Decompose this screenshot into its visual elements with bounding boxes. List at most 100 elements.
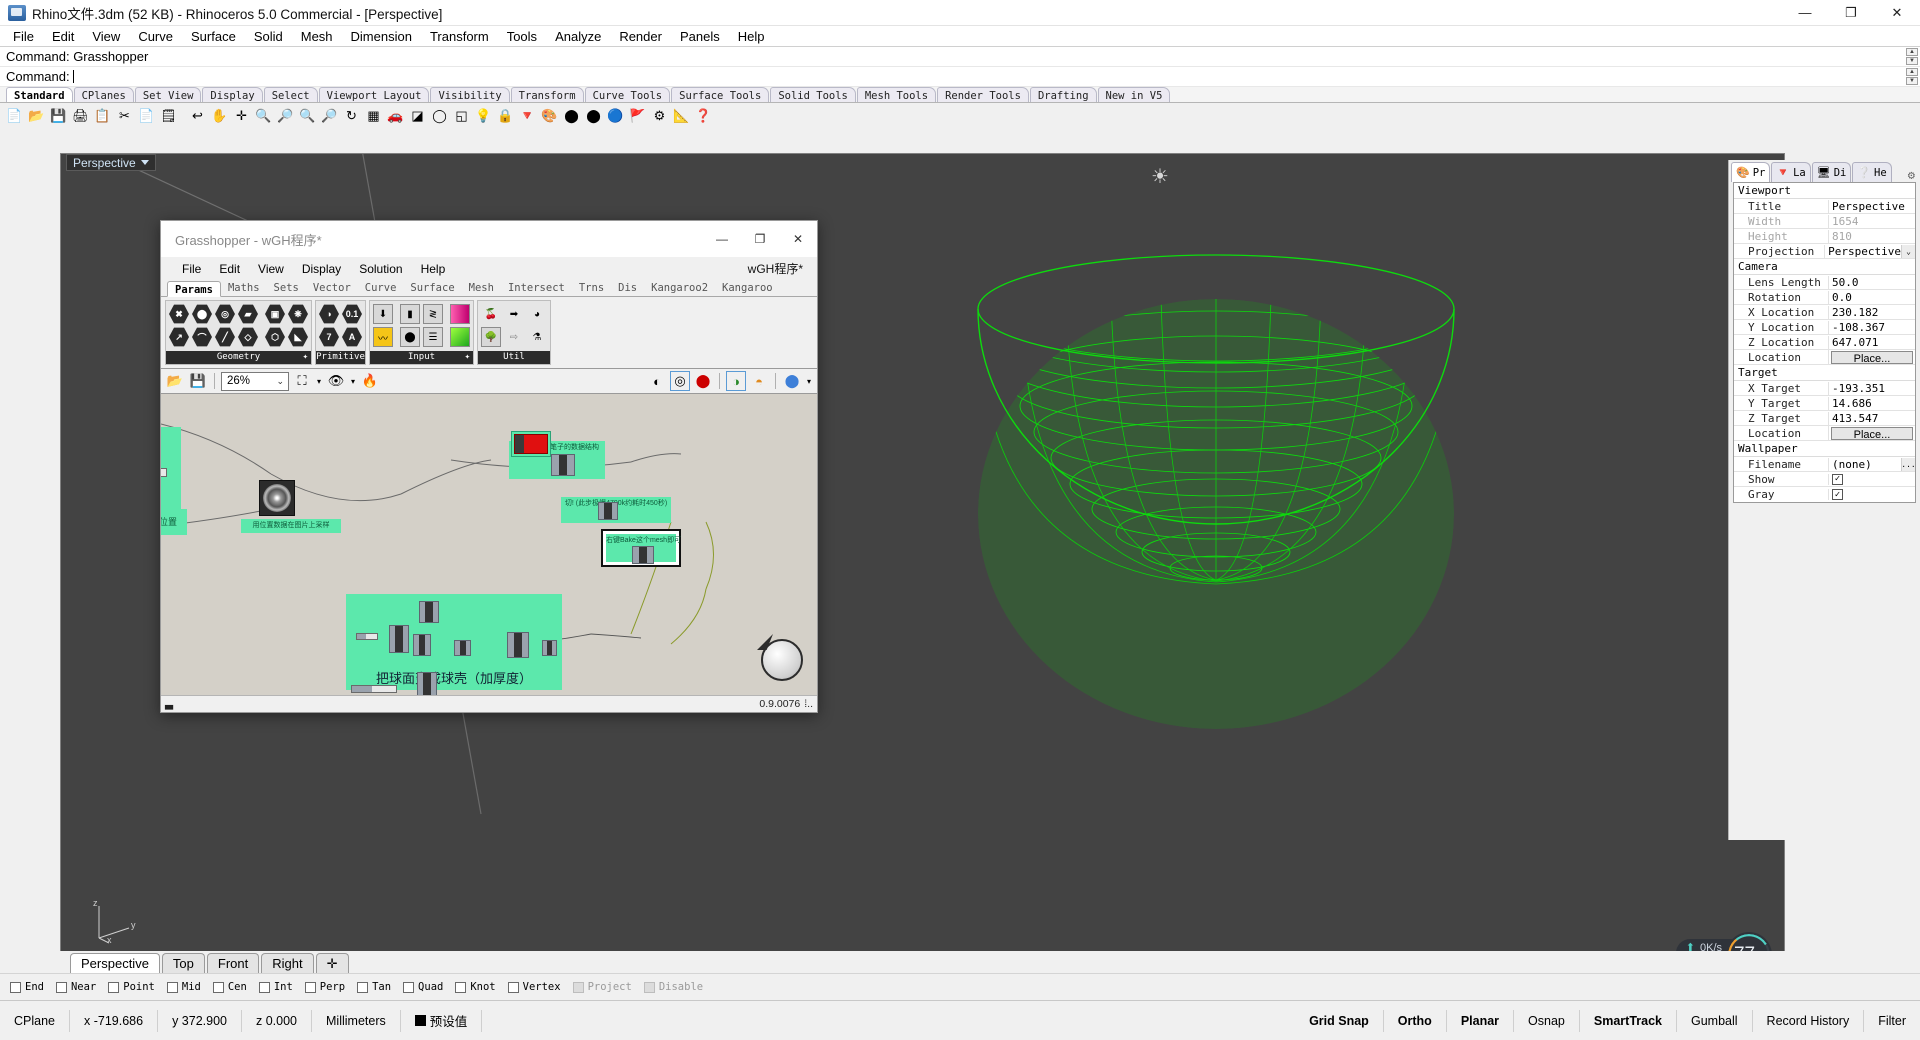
- menu-item-mesh[interactable]: Mesh: [292, 28, 342, 45]
- canvas-slider-left[interactable]: [161, 468, 167, 477]
- close-button[interactable]: ✕: [1874, 0, 1920, 26]
- property-value[interactable]: 647.071: [1828, 335, 1915, 349]
- status-toggle-gumball[interactable]: Gumball: [1677, 1009, 1753, 1032]
- canvas-node-shell-f[interactable]: [542, 640, 557, 656]
- colour-swatch-icon[interactable]: [450, 327, 470, 347]
- save-disk-icon[interactable]: 💾: [188, 371, 208, 391]
- canvas-node-disabled[interactable]: [511, 431, 551, 457]
- camera-place-button[interactable]: Place...: [1831, 350, 1913, 365]
- show-wallpaper-checkbox[interactable]: ✓: [1832, 473, 1843, 485]
- gh-menu-view[interactable]: View: [249, 260, 293, 278]
- osnap-perp-checkbox[interactable]: [304, 981, 316, 993]
- boolean-toggle-icon[interactable]: ▮: [400, 304, 420, 324]
- canvas-node-shell-e[interactable]: [507, 632, 529, 658]
- command-input-line[interactable]: Command: ▲ ▼: [0, 67, 1920, 87]
- gh-tab-surface[interactable]: Surface: [403, 280, 461, 296]
- cherry-picker-icon[interactable]: 🍒: [481, 304, 501, 324]
- osnap-perp[interactable]: Perp: [304, 981, 345, 993]
- status-units[interactable]: Millimeters: [312, 1009, 401, 1032]
- osnap-disable-checkbox[interactable]: [643, 981, 655, 993]
- gh-tab-trns[interactable]: Trns: [572, 280, 611, 296]
- osnap-tan[interactable]: Tan: [357, 981, 391, 993]
- browse-file-button[interactable]: ...: [1901, 457, 1916, 471]
- grasshopper-canvas[interactable]: 上的位置 用位置数据在图片上采样 清理切割用笔子的数据结构 切! (此步极慢47…: [161, 394, 817, 695]
- chevron-down-icon[interactable]: ⌄: [276, 376, 284, 387]
- menu-item-transform[interactable]: Transform: [421, 28, 498, 45]
- gradient-control-icon[interactable]: ≷: [423, 304, 443, 324]
- bake-flame-icon[interactable]: 🔥: [360, 371, 380, 391]
- draw-preview-icon[interactable]: ◑: [726, 371, 746, 391]
- gh-tab-kangaroo2[interactable]: Kangaroo2: [644, 280, 715, 296]
- param-plane-icon[interactable]: ◇: [238, 327, 258, 347]
- osnap-int-checkbox[interactable]: [258, 981, 270, 993]
- toolbar-tab-cplanes[interactable]: CPlanes: [73, 87, 134, 102]
- canvas-group-bake[interactable]: 右键Bake这个mesh即可: [606, 534, 681, 564]
- status-toggle-planar[interactable]: Planar: [1447, 1009, 1515, 1032]
- menu-item-solid[interactable]: Solid: [245, 28, 292, 45]
- toolbar-tab-render-tools[interactable]: Render Tools: [937, 87, 1029, 102]
- status-toggle-filter[interactable]: Filter: [1864, 1010, 1920, 1032]
- status-toggle-grid-snap[interactable]: Grid Snap: [1295, 1009, 1384, 1032]
- grasshopper-window[interactable]: Grasshopper - wGH程序* — ❐ ✕ File Edit Vie…: [160, 220, 818, 713]
- osnap-near-checkbox[interactable]: [55, 981, 67, 993]
- minimize-button[interactable]: —: [1782, 0, 1828, 26]
- param-curve-icon[interactable]: ⌒: [192, 327, 212, 347]
- data-forward-icon[interactable]: ➡: [504, 304, 524, 324]
- chevron-down-icon[interactable]: [140, 160, 149, 165]
- status-cplane[interactable]: CPlane: [0, 1009, 70, 1032]
- property-value[interactable]: Perspective: [1828, 199, 1915, 213]
- zoom-extents-icon[interactable]: ⛶: [292, 371, 312, 391]
- property-value[interactable]: -108.367: [1828, 320, 1915, 334]
- toolbar-tab-new-in-v5[interactable]: New in V5: [1097, 87, 1171, 102]
- property-value[interactable]: 0.0: [1828, 290, 1915, 304]
- profiler-dropdown-icon[interactable]: ▾: [805, 371, 813, 391]
- canvas-slider-shell-input[interactable]: [356, 633, 378, 640]
- toolbar-tab-curve-tools[interactable]: Curve Tools: [584, 87, 671, 102]
- param-text-icon[interactable]: A: [342, 327, 362, 347]
- eye-preview-icon[interactable]: 👁: [326, 371, 346, 391]
- canvas-node-shell-d[interactable]: [454, 640, 471, 656]
- gh-tab-kangaroo[interactable]: Kangaroo: [715, 280, 780, 296]
- property-row-show[interactable]: Show ✓: [1734, 472, 1915, 487]
- toolbar-tab-transform[interactable]: Transform: [510, 87, 584, 102]
- grasshopper-close-button[interactable]: ✕: [779, 221, 817, 257]
- property-row-x-target[interactable]: X Target -193.351: [1734, 381, 1915, 396]
- paste-icon[interactable]: 📄: [136, 106, 157, 126]
- osnap-cen[interactable]: Cen: [212, 981, 247, 993]
- target-place-button[interactable]: Place...: [1831, 426, 1913, 441]
- status-toggle-ortho[interactable]: Ortho: [1384, 1009, 1447, 1032]
- measure-icon[interactable]: 📐: [671, 106, 692, 126]
- gear-options-icon[interactable]: ⚙: [649, 106, 670, 126]
- toolbar-tab-solid-tools[interactable]: Solid Tools: [770, 87, 856, 102]
- save-file-icon[interactable]: 💾: [48, 106, 69, 126]
- property-row-lens-length[interactable]: Lens Length 50.0: [1734, 275, 1915, 290]
- property-row-z-target[interactable]: Z Target 413.547: [1734, 411, 1915, 426]
- param-brep-icon[interactable]: ⬡: [265, 327, 285, 347]
- toolbar-tab-mesh-tools[interactable]: Mesh Tools: [856, 87, 937, 102]
- param-vector-icon[interactable]: ↗: [169, 327, 189, 347]
- menu-item-edit[interactable]: Edit: [43, 28, 83, 45]
- shade-icon[interactable]: ◪: [407, 106, 428, 126]
- maximize-button[interactable]: ❐: [1828, 0, 1874, 26]
- property-value-wrap[interactable]: (none) ...: [1828, 457, 1916, 471]
- preview-dropdown-icon[interactable]: ▾: [349, 371, 357, 391]
- open-file-icon[interactable]: 📂: [26, 106, 47, 126]
- sketch-icon[interactable]: ◐: [647, 371, 667, 391]
- copy-icon[interactable]: 📋: [92, 106, 113, 126]
- canvas-group-bake-selected[interactable]: 右键Bake这个mesh即可: [601, 529, 681, 567]
- light-bulb-icon[interactable]: 💡: [473, 106, 494, 126]
- property-row-y-target[interactable]: Y Target 14.686: [1734, 396, 1915, 411]
- osnap-disable[interactable]: Disable: [643, 981, 703, 993]
- canvas-node-shell-g[interactable]: [417, 672, 437, 695]
- undo-icon[interactable]: ↩: [187, 106, 208, 126]
- gh-tab-maths[interactable]: Maths: [221, 280, 267, 296]
- number-slider-icon[interactable]: ⬇: [373, 304, 393, 324]
- preview-off-icon[interactable]: ⬤: [693, 371, 713, 391]
- flag-icon[interactable]: 🚩: [627, 106, 648, 126]
- toolbar-tab-setview[interactable]: Set View: [134, 87, 202, 102]
- value-list-icon[interactable]: ☰: [423, 327, 443, 347]
- input-expand-icon[interactable]: ✦: [465, 351, 470, 364]
- osnap-near[interactable]: Near: [55, 981, 96, 993]
- help-question-icon[interactable]: ❓: [693, 106, 714, 126]
- toolbar-tab-standard[interactable]: Standard: [6, 87, 73, 102]
